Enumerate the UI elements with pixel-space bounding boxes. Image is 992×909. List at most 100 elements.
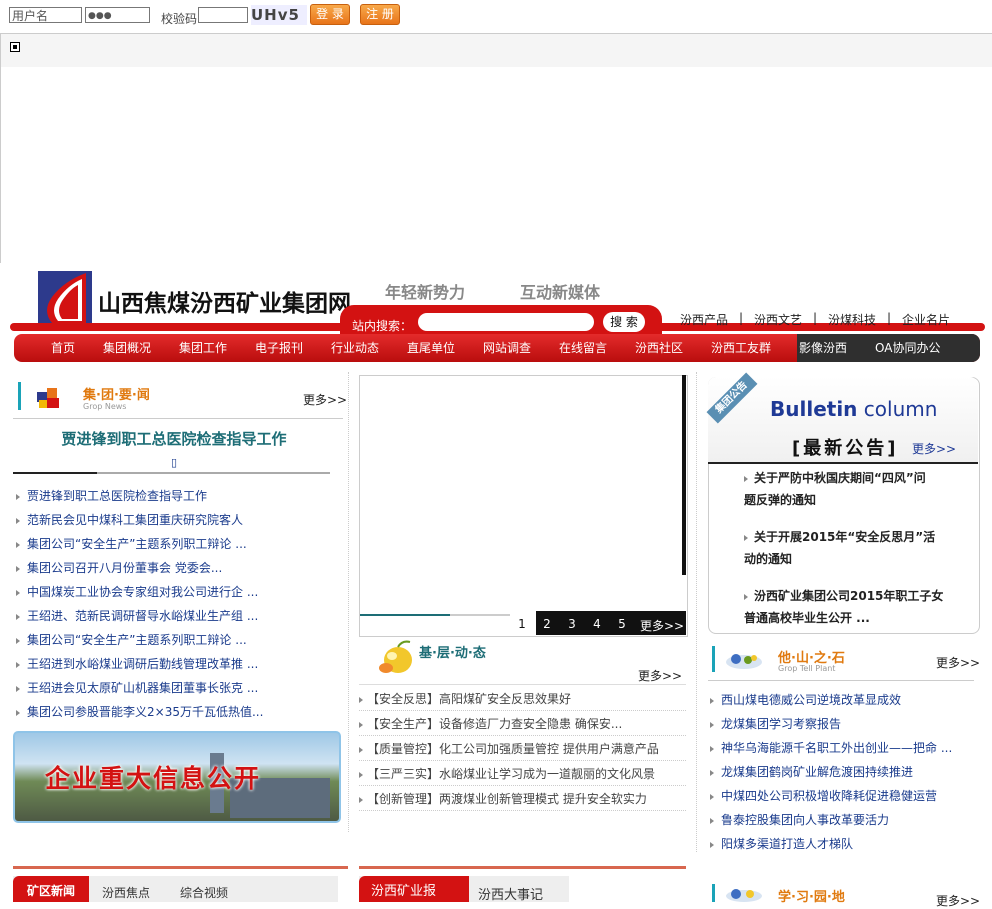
list-item[interactable]: 中国煤炭工业协会专家组对我公司进行企 ... <box>16 583 258 600</box>
list-item[interactable]: 龙煤集团鹤岗矿业解危渡困持续推进 <box>710 763 913 780</box>
captcha-input[interactable] <box>198 7 248 23</box>
tab-fenxi-focus[interactable]: 汾西焦点 <box>102 884 150 901</box>
other-stones-icon <box>726 654 762 669</box>
section-marker <box>712 646 715 672</box>
nav-survey[interactable]: 网站调查 <box>483 334 531 362</box>
slider-page-4[interactable]: 4 <box>585 612 609 636</box>
bulletin-en-title: Bulletin column <box>770 397 938 421</box>
nav-units[interactable]: 直尾单位 <box>407 334 455 362</box>
nav-overview[interactable]: 集团概况 <box>103 334 151 362</box>
grassroots-item[interactable]: 【安全生产】设备修造厂力查安全隐患 确保安... <box>359 713 686 736</box>
bulletin-more[interactable]: 更多>> <box>912 440 956 457</box>
slider-page-2[interactable]: 2 <box>535 612 559 636</box>
bullet-icon <box>710 841 714 848</box>
toplink-business-card[interactable]: 企业名片 <box>902 311 950 328</box>
nav-e-newspaper[interactable]: 电子报刊 <box>255 334 303 362</box>
list-item[interactable]: 王绍进到水峪煤业调研后勤线管理改革推 ... <box>16 655 258 672</box>
captcha-label: 校验码 <box>161 12 198 26</box>
list-item[interactable]: 阳煤多渠道打造人才梯队 <box>710 835 853 852</box>
group-news-more[interactable]: 更多>> <box>303 391 347 408</box>
bullet-icon <box>359 721 363 728</box>
bullet-icon <box>16 493 20 500</box>
slider-page-3[interactable]: 3 <box>560 612 584 636</box>
bullet-icon <box>710 697 714 704</box>
bullet-icon <box>16 661 20 668</box>
list-item[interactable]: 集团公司“安全生产”主题系列职工辩论 ... <box>16 535 247 552</box>
grassroots-item[interactable]: 【质量管控】化工公司加强质量管控 提供用户满意产品 <box>359 738 686 761</box>
bullet-icon <box>16 565 20 572</box>
nav-industry[interactable]: 行业动态 <box>331 334 379 362</box>
bulletin-item[interactable]: 关于严防中秋国庆期间“四风”问 题反弹的通知 <box>744 467 944 511</box>
nav-images[interactable]: 影像汾西 <box>799 334 847 362</box>
list-item[interactable]: 龙煤集团学习考察报告 <box>710 715 841 732</box>
password-input[interactable]: ●●● <box>85 7 150 23</box>
username-input[interactable]: 用户名 <box>9 7 82 23</box>
slider-edge <box>682 375 686 575</box>
search-input[interactable] <box>418 313 594 331</box>
grassroots-item[interactable]: 【三严三实】水峪煤业让学习成为一道靓丽的文化风景 <box>359 763 686 786</box>
bullet-icon <box>710 817 714 824</box>
headline-underline-active <box>13 472 97 474</box>
tab-major-events[interactable]: 汾西大事记 <box>478 884 543 903</box>
list-item[interactable]: 集团公司“安全生产”主题系列职工辩论 ... <box>16 631 247 648</box>
bullet-icon <box>16 541 20 548</box>
bulletin-item[interactable]: 汾西矿业集团公司2015年职工子女 普通高校毕业生公开 ... <box>744 585 944 629</box>
slogan-1: 年轻新势力 <box>385 283 466 302</box>
grassroots-item[interactable]: 【安全反思】高阳煤矿安全反思效果好 <box>359 688 686 711</box>
tab-mine-news[interactable]: 矿区新闻 <box>13 876 89 902</box>
group-news-headline[interactable]: 贾进锋到职工总医院检查指导工作 <box>0 428 348 449</box>
captcha-image[interactable]: UHv5 <box>251 5 307 25</box>
bullet-icon <box>744 475 748 482</box>
register-button[interactable]: 注 册 <box>360 4 400 25</box>
slider-page-5[interactable]: 5 <box>610 612 634 636</box>
embedded-frame <box>0 33 992 264</box>
nav-workers[interactable]: 汾西工友群 <box>711 334 771 362</box>
bullet-icon <box>16 613 20 620</box>
site-logo-icon[interactable] <box>38 271 92 325</box>
headline-mark: ▯ <box>170 456 178 469</box>
divider <box>13 418 343 419</box>
section-marker <box>712 884 715 902</box>
tab-video[interactable]: 综合视频 <box>180 884 228 901</box>
list-item[interactable]: 神华乌海能源千名职工外出创业——把命 ... <box>710 739 952 756</box>
image-slider[interactable] <box>359 375 688 637</box>
bullet-icon <box>710 745 714 752</box>
list-item[interactable]: 王绍进、范新民调研督导水峪煤业生产组 ... <box>16 607 258 624</box>
tab-fenxi-newspaper[interactable]: 汾西矿业报 <box>359 876 469 902</box>
slider-more[interactable]: 更多>> <box>640 617 684 634</box>
list-item[interactable]: 鲁泰控股集团向人事改革要活力 <box>710 811 889 828</box>
nav-work[interactable]: 集团工作 <box>179 334 227 362</box>
nav-oa[interactable]: OA协同办公 <box>875 334 940 362</box>
list-item[interactable]: 集团公司召开八月份董事会 党委会... <box>16 559 222 576</box>
column-divider <box>696 372 698 852</box>
toplink-products[interactable]: 汾西产品 <box>680 311 728 328</box>
info-disclosure-banner[interactable]: 企业重大信息公开 <box>13 731 341 823</box>
list-item[interactable]: 王绍进会见太原矿山机器集团董事长张克 ... <box>16 679 258 696</box>
slogan-2: 互动新媒体 <box>520 283 601 302</box>
search-label: 站内搜索： <box>352 319 413 333</box>
nav-community[interactable]: 汾西社区 <box>635 334 683 362</box>
nav-message[interactable]: 在线留言 <box>559 334 607 362</box>
list-item[interactable]: 中煤四处公司积极增收降耗促进稳健运营 <box>710 787 937 804</box>
login-bar: 用户名 ●●● 校验码 UHv5 登 录 注 册 <box>0 0 992 32</box>
nav-home[interactable]: 首页 <box>51 334 75 362</box>
toplink-technology[interactable]: 汾煤科技 <box>828 311 876 328</box>
frame-checkbox-icon[interactable] <box>10 42 20 52</box>
login-button[interactable]: 登 录 <box>310 4 350 25</box>
grassroots-item[interactable]: 【创新管理】两渡煤业创新管理模式 提升安全软实力 <box>359 788 686 811</box>
list-item[interactable]: 范新民会见中煤科工集团重庆研究院客人 <box>16 511 243 528</box>
bulletin-item[interactable]: 关于开展2015年“安全反思月”活 动的通知 <box>744 526 944 570</box>
list-item[interactable]: 西山煤电德威公司逆境改革显成效 <box>710 691 901 708</box>
study-title: 学·习·园·地 <box>778 890 845 905</box>
bullet-icon <box>359 696 363 703</box>
other-stones-more[interactable]: 更多>> <box>936 654 980 671</box>
slider-progress <box>360 614 450 616</box>
list-item[interactable]: 贾进锋到职工总医院检查指导工作 <box>16 487 207 504</box>
study-more[interactable]: 更多>> <box>936 892 980 909</box>
grassroots-more[interactable]: 更多>> <box>638 667 682 684</box>
group-news-cubes-icon <box>37 388 59 408</box>
search-button[interactable]: 搜 索 <box>603 312 645 332</box>
list-item[interactable]: 集团公司参股晋能李义2×35万千瓦低热值... <box>16 703 263 720</box>
slider-page-1[interactable]: 1 <box>510 612 534 636</box>
toplink-literature[interactable]: 汾西文艺 <box>754 311 802 328</box>
